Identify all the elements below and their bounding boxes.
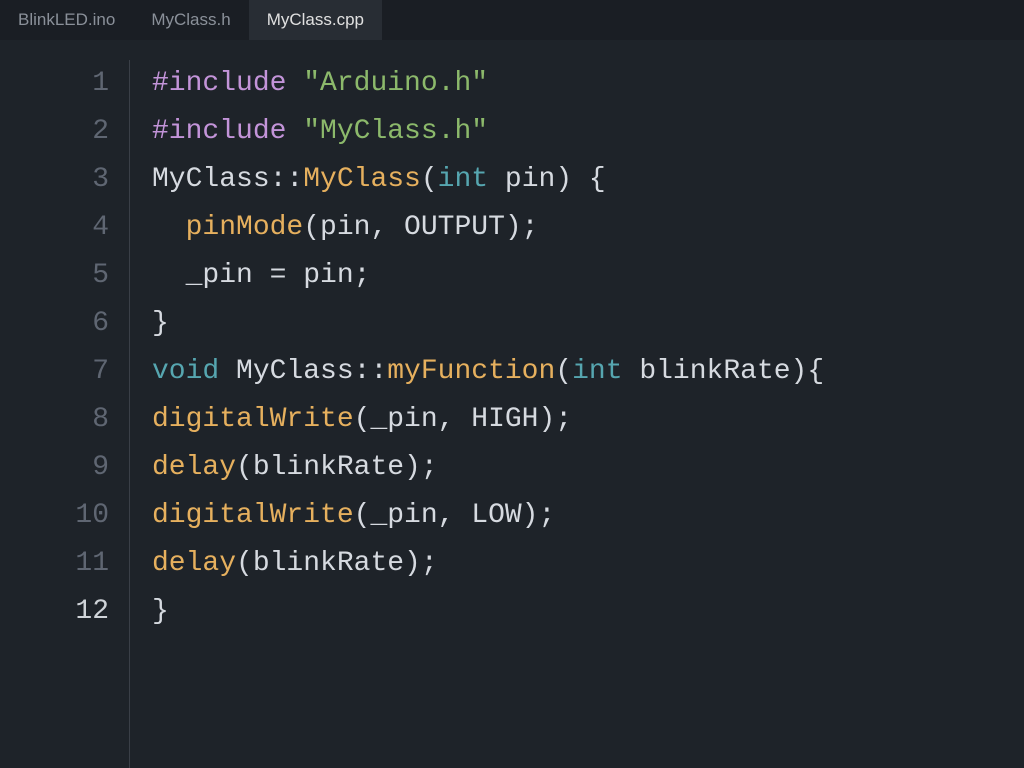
code-line[interactable]: } — [152, 588, 1024, 636]
line-number: 5 — [0, 252, 109, 300]
tab-blinkled[interactable]: BlinkLED.ino — [0, 0, 133, 40]
code-line[interactable]: } — [152, 300, 1024, 348]
code-token: MyClass — [303, 164, 421, 195]
code-line[interactable]: digitalWrite(_pin, LOW); — [152, 492, 1024, 540]
tab-bar: BlinkLED.ino MyClass.h MyClass.cpp — [0, 0, 1024, 40]
code-token: (pin, OUTPUT); — [303, 212, 538, 243]
code-token: (blinkRate); — [236, 452, 438, 483]
code-line[interactable]: delay(blinkRate); — [152, 444, 1024, 492]
code-token: _pin — [152, 260, 270, 291]
line-number: 7 — [0, 348, 109, 396]
code-line[interactable]: delay(blinkRate); — [152, 540, 1024, 588]
code-token: #include — [152, 68, 286, 99]
code-token: pinMode — [186, 212, 304, 243]
line-number: 1 — [0, 60, 109, 108]
code-line[interactable]: pinMode(pin, OUTPUT); — [152, 204, 1024, 252]
code-token: ){ — [791, 356, 825, 387]
code-token: :: — [270, 164, 304, 195]
code-token: pin — [286, 260, 353, 291]
code-token: blinkRate — [623, 356, 791, 387]
code-token — [286, 116, 303, 147]
code-token: #include — [152, 116, 286, 147]
line-number: 6 — [0, 300, 109, 348]
code-token: :: — [354, 356, 388, 387]
code-token: (blinkRate); — [236, 548, 438, 579]
code-content[interactable]: #include "Arduino.h"#include "MyClass.h"… — [130, 60, 1024, 768]
line-number: 8 — [0, 396, 109, 444]
code-token: } — [152, 596, 169, 627]
line-number: 10 — [0, 492, 109, 540]
code-token: = — [270, 260, 287, 291]
code-token: } — [152, 308, 169, 339]
code-token: ) { — [555, 164, 605, 195]
code-token: ; — [354, 260, 371, 291]
code-token: digitalWrite — [152, 404, 354, 435]
code-area[interactable]: 123456789101112 #include "Arduino.h"#inc… — [0, 40, 1024, 768]
code-token: pin — [488, 164, 555, 195]
code-token: delay — [152, 548, 236, 579]
code-token: "Arduino.h" — [303, 68, 488, 99]
code-line[interactable]: MyClass::MyClass(int pin) { — [152, 156, 1024, 204]
code-line[interactable]: digitalWrite(_pin, HIGH); — [152, 396, 1024, 444]
code-token: MyClass — [219, 356, 353, 387]
code-token: int — [438, 164, 488, 195]
code-line[interactable]: #include "MyClass.h" — [152, 108, 1024, 156]
tab-myclass-h[interactable]: MyClass.h — [133, 0, 248, 40]
line-number: 4 — [0, 204, 109, 252]
code-token — [152, 212, 186, 243]
code-token: digitalWrite — [152, 500, 354, 531]
code-editor: BlinkLED.ino MyClass.h MyClass.cpp 12345… — [0, 0, 1024, 768]
line-number: 2 — [0, 108, 109, 156]
code-token: void — [152, 356, 219, 387]
code-token: int — [572, 356, 622, 387]
code-token: myFunction — [387, 356, 555, 387]
code-line[interactable]: void MyClass::myFunction(int blinkRate){ — [152, 348, 1024, 396]
code-line[interactable]: _pin = pin; — [152, 252, 1024, 300]
code-token: ( — [555, 356, 572, 387]
tab-myclass-cpp[interactable]: MyClass.cpp — [249, 0, 382, 40]
line-number: 9 — [0, 444, 109, 492]
code-line[interactable]: #include "Arduino.h" — [152, 60, 1024, 108]
code-token: (_pin, LOW); — [354, 500, 556, 531]
line-number: 3 — [0, 156, 109, 204]
code-token: ( — [421, 164, 438, 195]
line-number-gutter: 123456789101112 — [0, 60, 130, 768]
code-token: delay — [152, 452, 236, 483]
code-token — [286, 68, 303, 99]
line-number: 11 — [0, 540, 109, 588]
code-token: "MyClass.h" — [303, 116, 488, 147]
line-number: 12 — [0, 588, 109, 636]
code-token: MyClass — [152, 164, 270, 195]
code-token: (_pin, HIGH); — [354, 404, 572, 435]
